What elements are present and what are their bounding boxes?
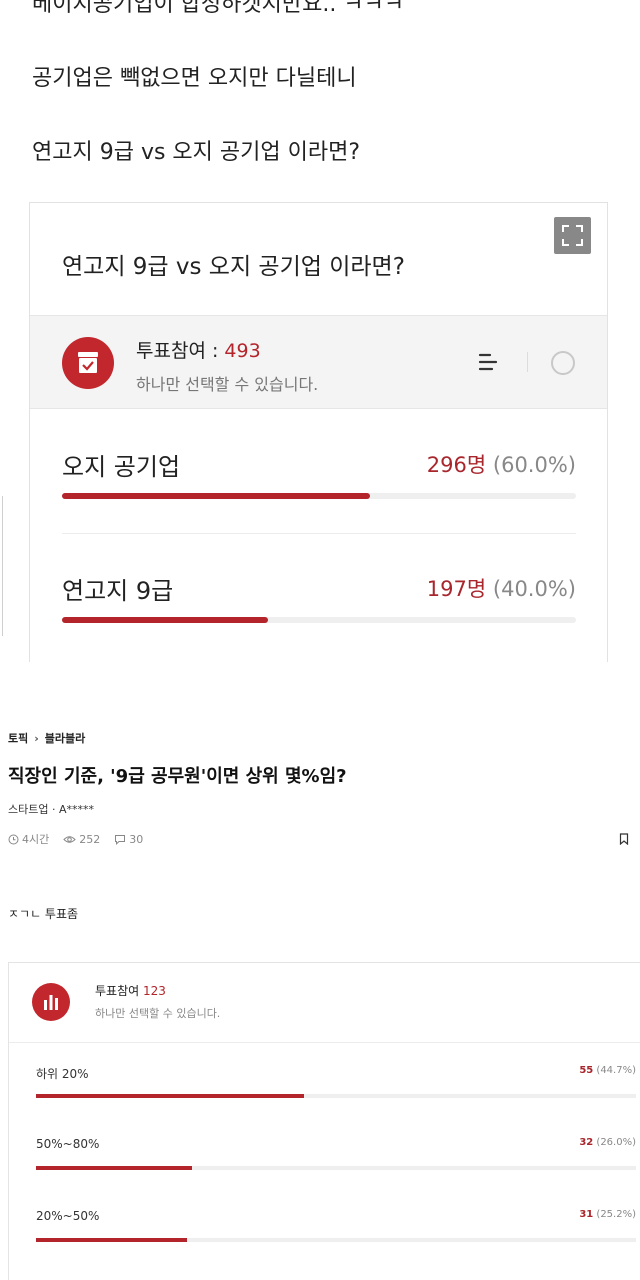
participation-label: 투표참여 : 493 <box>136 336 261 363</box>
participation-label: 투표참여 123 <box>95 982 166 999</box>
views-meta: 252 <box>63 833 100 846</box>
breadcrumb-chevron-icon: › <box>34 732 39 745</box>
header-separator <box>527 352 528 372</box>
poll-title: 연고지 9급 vs 오지 공기업 이라면? <box>62 254 405 280</box>
option-count: 197명 <box>426 577 487 601</box>
first-screenshot: 베이지공기업이 합성하겟지만요.. ㅋㅋㅋ 공기업은 빽없으면 오지만 다닐테니… <box>0 0 640 662</box>
option-count: 31 <box>579 1209 594 1220</box>
post-text-line: 연고지 9급 vs 오지 공기업 이라면? <box>32 140 361 165</box>
option-bar-track <box>62 493 576 499</box>
option-result: 31 (25.2%) <box>579 1209 636 1220</box>
option-result: 296명 (60.0%) <box>427 449 576 479</box>
option-result: 32 (26.0%) <box>579 1137 636 1148</box>
left-edge-divider <box>0 496 3 636</box>
views-value: 252 <box>79 832 101 846</box>
comments-meta[interactable]: 30 <box>114 833 143 846</box>
sort-icon[interactable] <box>476 350 506 374</box>
breadcrumb-topic[interactable]: 토픽 <box>8 732 28 745</box>
option-label: 하위 20% <box>36 1067 89 1081</box>
option-bar-fill <box>36 1238 188 1242</box>
option-percent: (60.0%) <box>492 453 576 477</box>
post-text-line: 공기업은 빽없으면 오지만 다닐테니 <box>32 66 357 91</box>
radio-circle-icon[interactable] <box>551 351 575 375</box>
poll-header: 투표참여 : 493 하나만 선택할 수 있습니다. <box>30 315 607 409</box>
option-count: 32 <box>579 1137 594 1148</box>
option-result: 197명 (40.0%) <box>427 573 576 603</box>
option-bar-fill <box>62 493 371 499</box>
breadcrumb-board[interactable]: 블라블라 <box>45 732 85 745</box>
poll-card: 투표참여 123 하나만 선택할 수 있습니다. 하위 20% 55 (44.7… <box>8 962 640 1280</box>
option-percent: (26.0%) <box>596 1137 636 1148</box>
post-author[interactable]: 스타트업 · A***** <box>8 801 94 817</box>
participation-text: 투표참여 : <box>136 340 225 362</box>
post-body: ㅈㄱㄴ 투표좀 <box>8 907 79 921</box>
participation-count: 123 <box>142 984 166 998</box>
time-meta: 4시간 <box>8 831 49 847</box>
breadcrumb: 토픽 › 블라블라 <box>8 730 85 746</box>
expand-button[interactable] <box>554 217 591 254</box>
option-bar-fill <box>36 1094 305 1098</box>
option-bar-track <box>36 1166 636 1170</box>
poll-option[interactable]: 50%~80% 32 (26.0%) <box>36 1137 636 1197</box>
poll-option[interactable]: 하위 20% 55 (44.7%) <box>36 1065 636 1125</box>
option-bar-fill <box>36 1166 192 1170</box>
clock-icon <box>8 834 19 844</box>
option-result: 55 (44.7%) <box>579 1065 636 1076</box>
option-divider <box>62 533 576 534</box>
poll-option[interactable]: 오지 공기업 296명 (60.0%) <box>62 447 576 567</box>
option-bar-track <box>36 1094 636 1098</box>
expand-icon <box>562 225 583 246</box>
poll-instruction: 하나만 선택할 수 있습니다. <box>95 1007 221 1020</box>
option-percent: (25.2%) <box>596 1209 636 1220</box>
bar-chart-icon <box>32 983 70 1021</box>
poll-option[interactable]: 연고지 9급 197명 (40.0%) <box>62 571 576 662</box>
option-count: 296명 <box>426 453 487 477</box>
option-bar-track <box>36 1238 636 1242</box>
bookmark-icon[interactable] <box>619 833 629 845</box>
poll-header: 투표참여 123 하나만 선택할 수 있습니다. <box>9 963 640 1043</box>
poll-instruction: 하나만 선택할 수 있습니다. <box>136 375 319 394</box>
option-label: 50%~80% <box>36 1137 100 1151</box>
comments-value: 30 <box>129 832 144 846</box>
second-screenshot: 토픽 › 블라블라 직장인 기준, '9급 공무원'이면 상위 몇%임? 스타트업 … <box>0 700 640 1280</box>
option-count: 55 <box>579 1065 594 1076</box>
participation-count: 493 <box>224 340 261 362</box>
eye-icon <box>63 835 76 843</box>
post-text-line-cut: 베이지공기업이 합성하겟지만요.. ㅋㅋㅋ <box>32 0 405 17</box>
option-label: 20%~50% <box>36 1209 100 1223</box>
option-percent: (40.0%) <box>492 577 576 601</box>
participation-text: 투표참여 <box>95 984 143 998</box>
option-bar-fill <box>62 617 268 623</box>
time-value: 4시간 <box>22 833 50 846</box>
post-meta: 4시간 252 30 <box>8 831 157 847</box>
poll-option[interactable]: 20%~50% 31 (25.2%) <box>36 1209 636 1269</box>
option-percent: (44.7%) <box>596 1065 636 1076</box>
poll-card: 연고지 9급 vs 오지 공기업 이라면? 투표참여 : 493 하나만 선택할… <box>29 202 608 662</box>
post-title: 직장인 기준, '9급 공무원'이면 상위 몇%임? <box>8 766 347 787</box>
ballot-box-icon <box>62 337 114 389</box>
option-label: 연고지 9급 <box>62 577 174 605</box>
comment-icon <box>115 834 126 845</box>
option-bar-track <box>62 617 576 623</box>
option-label: 오지 공기업 <box>62 453 181 481</box>
